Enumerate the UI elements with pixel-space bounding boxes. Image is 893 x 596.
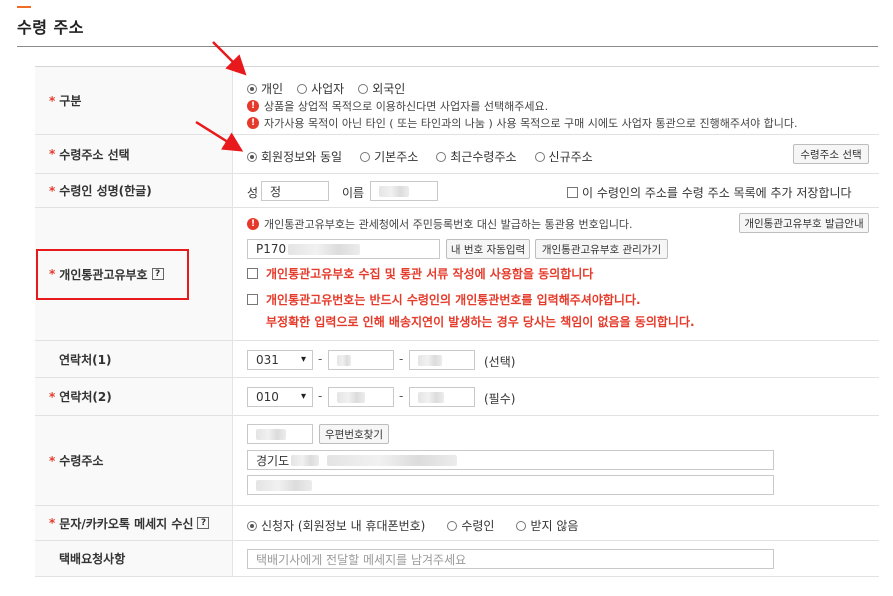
annotation-arrows xyxy=(195,41,247,152)
arrow-to-address-select xyxy=(195,120,244,152)
arrow-to-category xyxy=(212,41,247,76)
